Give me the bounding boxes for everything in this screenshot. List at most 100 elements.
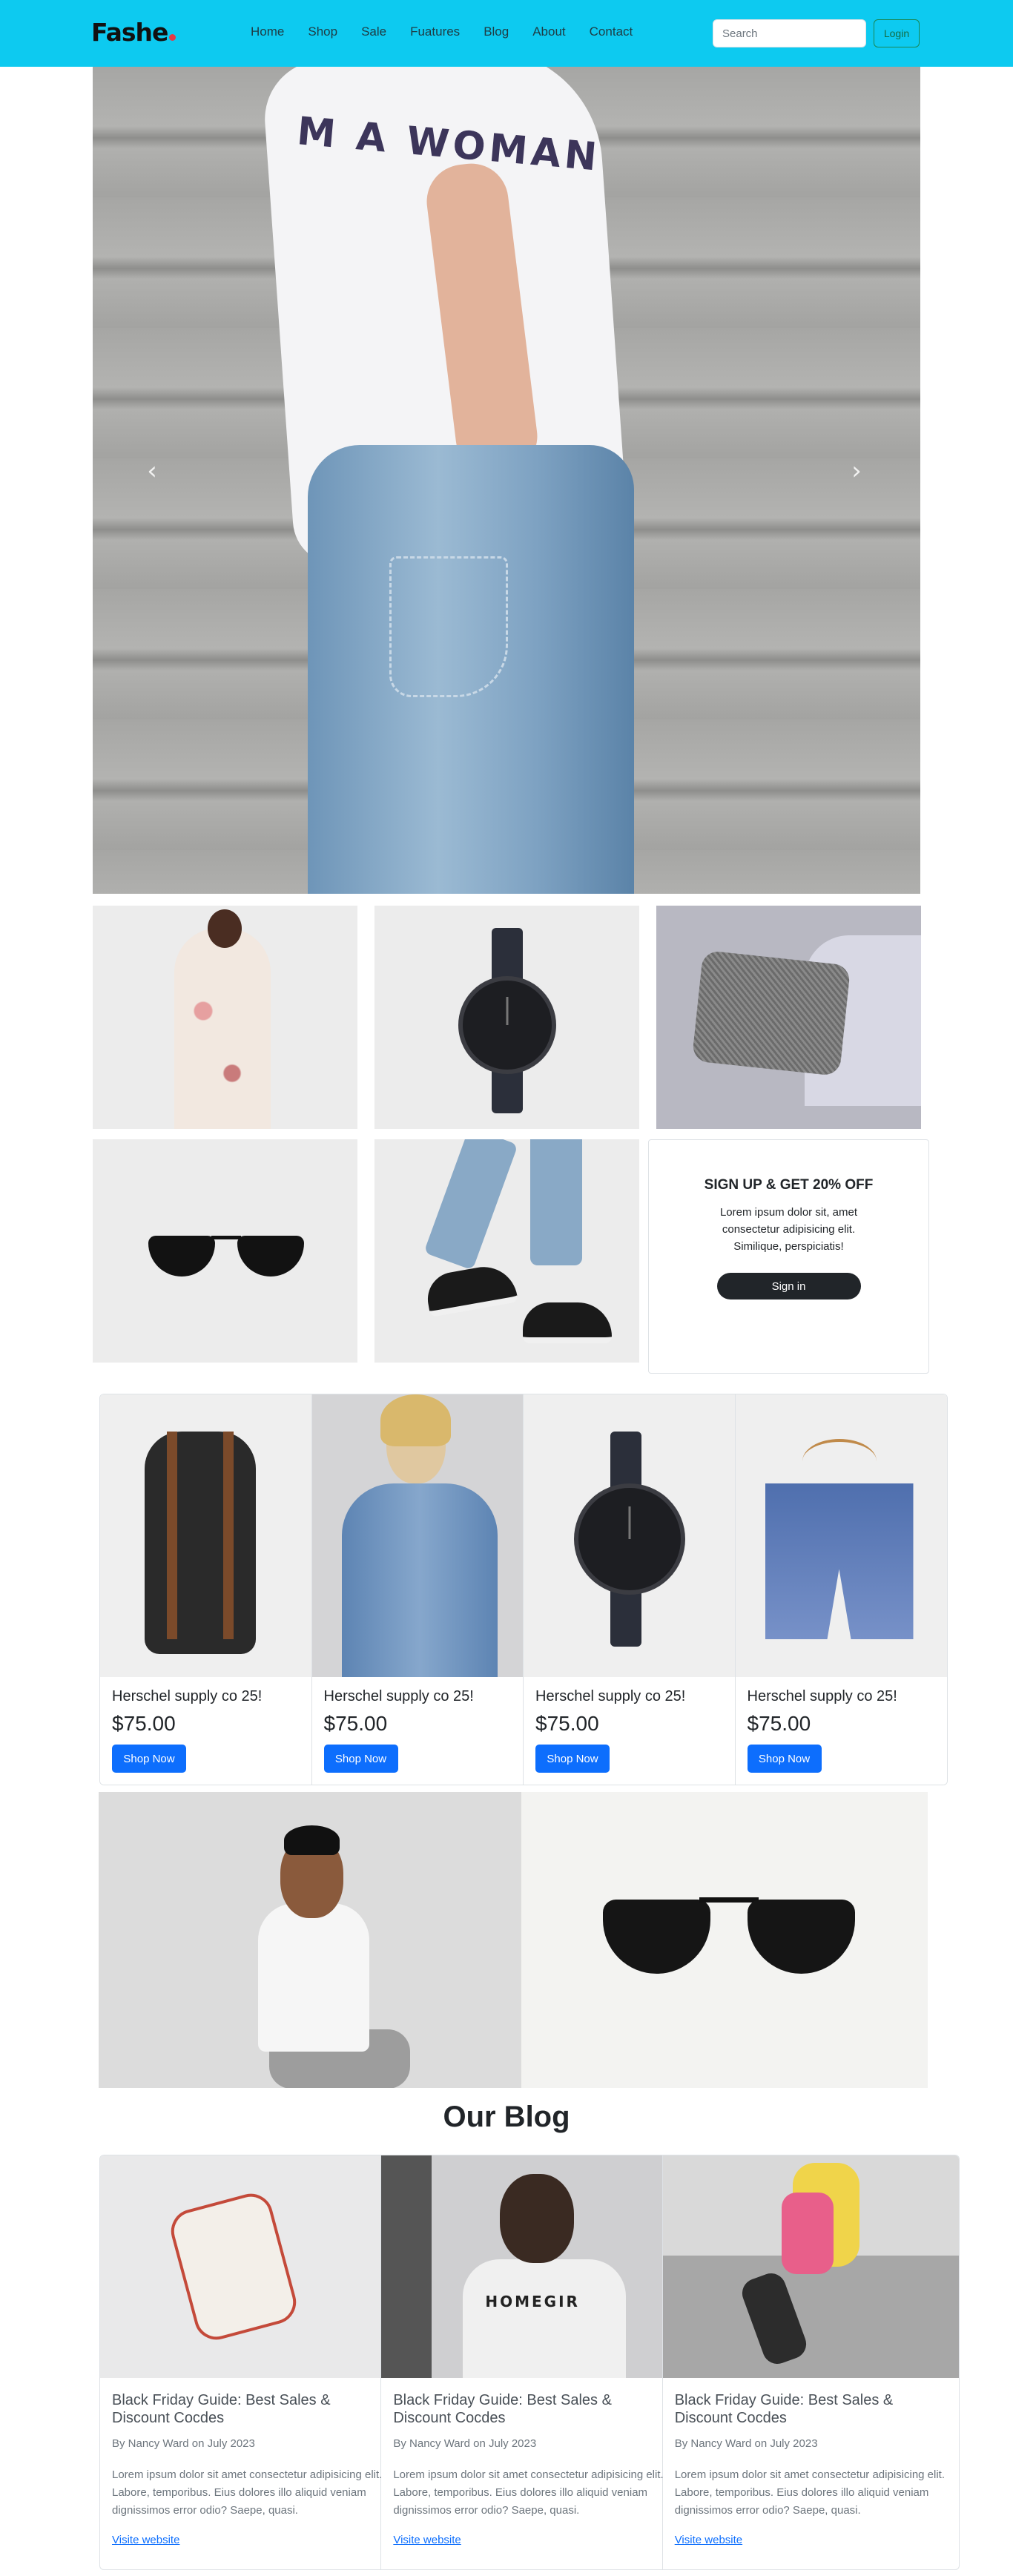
product-name: Herschel supply co 25! <box>535 1688 686 1704</box>
feature-banner-sunglasses[interactable] <box>521 1792 928 2088</box>
shop-now-button[interactable]: Shop Now <box>747 1745 822 1773</box>
product-name: Herschel supply co 25! <box>112 1688 263 1704</box>
search-input[interactable] <box>713 19 866 47</box>
sweatshirt-print: HOMEGIR <box>485 2293 580 2310</box>
category-tile-bag[interactable] <box>656 906 921 1129</box>
bag-image <box>691 949 851 1077</box>
category-tile-shoes[interactable] <box>374 1139 639 1363</box>
blog-heading[interactable]: Black Friday Guide: Best Sales & Discoun… <box>112 2391 379 2427</box>
sweatshirt-image <box>463 2259 627 2378</box>
blog-meta: By Nancy Ward on July 2023 <box>674 2437 818 2450</box>
blog-image[interactable]: HOMEGIR <box>381 2155 662 2378</box>
shoe-left <box>423 1261 518 1318</box>
visit-website-link[interactable]: Visite website <box>393 2534 461 2546</box>
model-head <box>208 909 242 948</box>
brand-name: Fashe <box>91 18 168 47</box>
nav-link-shop[interactable]: Shop <box>308 24 337 39</box>
blog-excerpt: Lorem ipsum dolor sit amet consectetur a… <box>393 2468 664 2517</box>
nav-link-contact[interactable]: Contact <box>590 24 633 39</box>
blog-excerpt: Lorem ipsum dolor sit amet consectetur a… <box>674 2468 946 2517</box>
hero-carousel: M A WOMAN ‹ › <box>93 67 920 894</box>
backpack-image <box>145 1432 256 1654</box>
product-price: $75.00 <box>112 1712 176 1735</box>
nav-link-about[interactable]: About <box>532 24 565 39</box>
product-image-jacket[interactable] <box>311 1394 523 1677</box>
backpack-strap <box>167 1432 177 1639</box>
pink-backpack <box>781 2193 834 2274</box>
product-image-shorts[interactable] <box>735 1394 947 1677</box>
brand-logo[interactable]: Fashe <box>91 18 176 47</box>
hanger-image <box>802 1439 877 1483</box>
blog-meta: By Nancy Ward on July 2023 <box>393 2437 537 2450</box>
leg-left <box>423 1139 518 1271</box>
lens-right <box>748 1900 855 1974</box>
nav-link-features[interactable]: Fuatures <box>410 24 460 39</box>
shop-now-button[interactable]: Shop Now <box>535 1745 610 1773</box>
product-name: Herschel supply co 25! <box>323 1688 474 1704</box>
shop-now-button[interactable]: Shop Now <box>323 1745 398 1773</box>
lens-left <box>148 1236 215 1277</box>
lens-right <box>237 1236 304 1277</box>
glasses-bridge <box>699 1897 759 1903</box>
nav-link-blog[interactable]: Blog <box>484 24 509 39</box>
feature-banner-model[interactable] <box>99 1792 521 2088</box>
shoe-right <box>523 1302 612 1343</box>
hero-pocket <box>389 556 508 697</box>
visit-website-link[interactable]: Visite website <box>675 2534 742 2546</box>
dress-image <box>174 928 271 1129</box>
shop-now-button[interactable]: Shop Now <box>112 1745 186 1773</box>
nav-link-sale[interactable]: Sale <box>361 24 386 39</box>
backpack-image <box>166 2188 301 2345</box>
login-button[interactable]: Login <box>874 19 920 47</box>
blog-meta: By Nancy Ward on July 2023 <box>112 2437 255 2450</box>
blog-image[interactable] <box>662 2155 959 2378</box>
model-body <box>258 1903 369 2052</box>
category-tile-dress[interactable] <box>93 906 357 1129</box>
blog-section-title: Our Blog <box>443 2101 570 2133</box>
product-list: Herschel supply co 25! $75.00 Shop Now H… <box>99 1394 948 1785</box>
chevron-left-icon[interactable]: ‹ <box>137 456 167 486</box>
model-leg <box>737 2269 811 2368</box>
blog-excerpt: Lorem ipsum dolor sit amet consectetur a… <box>112 2468 383 2517</box>
blog-heading[interactable]: Black Friday Guide: Best Sales & Discoun… <box>675 2391 942 2427</box>
product-card: Herschel supply co 25! $75.00 Shop Now <box>311 1394 524 1785</box>
glasses-bridge <box>211 1236 241 1239</box>
signup-promo: SIGN UP & GET 20% OFF Lorem ipsum dolor … <box>648 1139 929 1374</box>
shorts-image <box>765 1483 914 1639</box>
blog-image[interactable] <box>100 2155 381 2378</box>
promo-title: SIGN UP & GET 20% OFF <box>704 1177 874 1193</box>
watch-face <box>458 976 556 1074</box>
blog-heading[interactable]: Black Friday Guide: Best Sales & Discoun… <box>393 2391 660 2427</box>
lens-left <box>603 1900 710 1974</box>
chevron-right-icon[interactable]: › <box>842 456 871 486</box>
product-image-watch[interactable] <box>524 1394 735 1677</box>
sunglasses-image <box>603 1881 855 1985</box>
category-tile-watch[interactable] <box>374 906 639 1129</box>
product-price: $75.00 <box>535 1712 599 1735</box>
jacket-image <box>341 1483 498 1677</box>
blog-list: Black Friday Guide: Best Sales & Discoun… <box>99 2155 960 2570</box>
sign-in-button[interactable]: Sign in <box>716 1273 861 1299</box>
nav-links: Home Shop Sale Fuatures Blog About Conta… <box>251 24 656 39</box>
product-image-backpack[interactable] <box>100 1394 311 1677</box>
blog-card: HOMEGIR Black Friday Guide: Best Sales &… <box>381 2155 664 2569</box>
brand-dot <box>169 34 176 41</box>
model-hair <box>380 1394 451 1446</box>
promo-text: Lorem ipsum dolor sit, amet consectetur … <box>719 1206 858 1253</box>
leg-right <box>530 1139 582 1265</box>
blog-card: Black Friday Guide: Best Sales & Discoun… <box>100 2155 382 2569</box>
category-tile-sunglasses[interactable] <box>93 1139 357 1363</box>
product-card: Herschel supply co 25! $75.00 Shop Now <box>100 1394 312 1785</box>
visit-website-link[interactable]: Visite website <box>112 2534 179 2546</box>
backpack-strap <box>223 1432 234 1639</box>
product-price: $75.00 <box>323 1712 388 1735</box>
sunglasses-image <box>148 1228 304 1280</box>
model-hat <box>284 1825 340 1855</box>
navbar: Fashe Home Shop Sale Fuatures Blog About… <box>0 0 1013 67</box>
nav-link-home[interactable]: Home <box>251 24 284 39</box>
model-head <box>500 2174 575 2263</box>
product-name: Herschel supply co 25! <box>747 1688 897 1704</box>
watch-face <box>574 1483 685 1595</box>
product-card: Herschel supply co 25! $75.00 Shop Now <box>735 1394 947 1785</box>
product-price: $75.00 <box>747 1712 811 1735</box>
